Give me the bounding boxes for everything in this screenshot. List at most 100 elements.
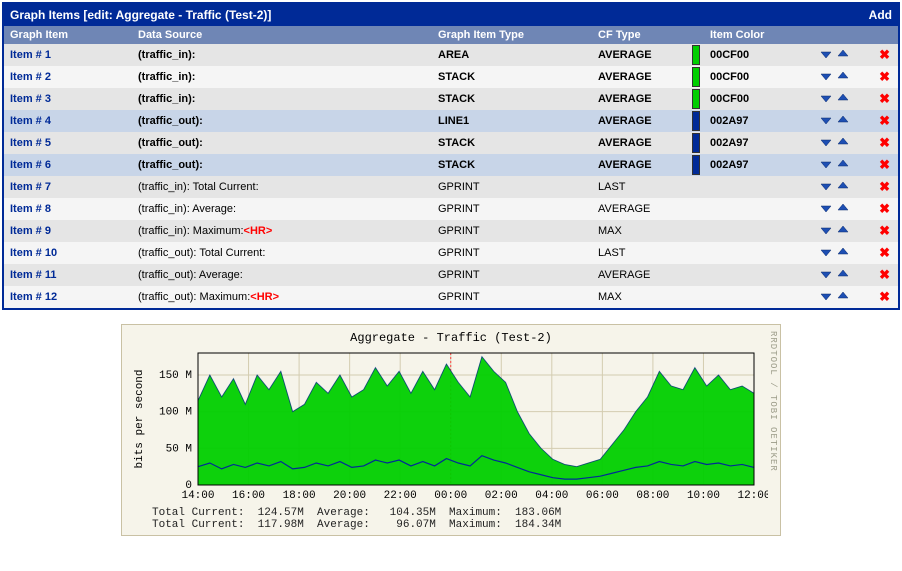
svg-text:04:00: 04:00 <box>535 490 568 502</box>
delete-icon[interactable]: ✖ <box>879 157 890 172</box>
table-row: Item # 3 (traffic_in): STACK AVERAGE 00C… <box>4 88 898 110</box>
graph-item-link[interactable]: Item # 1 <box>10 49 51 61</box>
graph-item-type: GPRINT <box>438 291 480 303</box>
hr-tag: <HR> <box>244 225 273 237</box>
move-down-icon[interactable] <box>820 158 832 170</box>
graph-item-link[interactable]: Item # 2 <box>10 71 51 83</box>
graph-item-type: GPRINT <box>438 247 480 259</box>
move-up-icon[interactable] <box>837 136 849 148</box>
delete-icon[interactable]: ✖ <box>879 245 890 260</box>
add-button[interactable]: Add <box>869 8 892 22</box>
delete-icon[interactable]: ✖ <box>879 179 890 194</box>
delete-icon[interactable]: ✖ <box>879 267 890 282</box>
col-item-color: Item Color <box>704 26 813 44</box>
graph-item-type: GPRINT <box>438 269 480 281</box>
move-up-icon[interactable] <box>837 114 849 126</box>
move-up-icon[interactable] <box>837 158 849 170</box>
col-delete <box>873 26 898 44</box>
data-source-text: (traffic_in): Maximum: <box>138 225 244 237</box>
delete-icon[interactable]: ✖ <box>879 201 890 216</box>
move-up-icon[interactable] <box>837 70 849 82</box>
move-up-icon[interactable] <box>837 290 849 302</box>
data-source-text: (traffic_out): <box>138 159 203 171</box>
move-up-icon[interactable] <box>837 180 849 192</box>
table-row: Item # 10 (traffic_out): Total Current: … <box>4 242 898 264</box>
graph-item-type: STACK <box>438 159 475 171</box>
data-source-text: (traffic_in): <box>138 93 195 105</box>
move-down-icon[interactable] <box>820 268 832 280</box>
table-row: Item # 5 (traffic_out): STACK AVERAGE 00… <box>4 132 898 154</box>
color-swatch <box>692 155 700 175</box>
table-row: Item # 12 (traffic_out): Maximum:<HR> GP… <box>4 286 898 308</box>
move-down-icon[interactable] <box>820 246 832 258</box>
move-down-icon[interactable] <box>820 290 832 302</box>
graph-item-link[interactable]: Item # 5 <box>10 137 51 149</box>
move-down-icon[interactable] <box>820 114 832 126</box>
panel-header: Graph Items [edit: Aggregate - Traffic (… <box>4 4 898 26</box>
graph-item-type: GPRINT <box>438 181 480 193</box>
delete-icon[interactable]: ✖ <box>879 223 890 238</box>
move-down-icon[interactable] <box>820 136 832 148</box>
panel-title-prefix: Graph Items <box>10 8 80 22</box>
table-row: Item # 1 (traffic_in): AREA AVERAGE 00CF… <box>4 44 898 66</box>
col-graph-item-type: Graph Item Type <box>432 26 592 44</box>
graph-item-link[interactable]: Item # 10 <box>10 247 57 259</box>
graph-item-type: STACK <box>438 71 475 83</box>
data-source-text: (traffic_in): Average: <box>138 203 236 215</box>
data-source-text: (traffic_in): <box>138 71 195 83</box>
data-source-text: (traffic_out): Average: <box>138 269 243 281</box>
cf-type: LAST <box>598 181 626 193</box>
graph-item-link[interactable]: Item # 11 <box>10 269 56 281</box>
delete-icon[interactable]: ✖ <box>879 289 890 304</box>
move-up-icon[interactable] <box>837 224 849 236</box>
move-down-icon[interactable] <box>820 180 832 192</box>
color-swatch <box>692 133 700 153</box>
color-swatch <box>692 67 700 87</box>
move-up-icon[interactable] <box>837 268 849 280</box>
move-down-icon[interactable] <box>820 202 832 214</box>
move-down-icon[interactable] <box>820 70 832 82</box>
move-up-icon[interactable] <box>837 246 849 258</box>
move-up-icon[interactable] <box>837 202 849 214</box>
cf-type: LAST <box>598 247 626 259</box>
move-down-icon[interactable] <box>820 224 832 236</box>
graph-item-type: LINE1 <box>438 115 469 127</box>
move-up-icon[interactable] <box>837 48 849 60</box>
move-down-icon[interactable] <box>820 48 832 60</box>
panel-title: Graph Items [edit: Aggregate - Traffic (… <box>10 8 271 22</box>
delete-icon[interactable]: ✖ <box>879 113 890 128</box>
graph-item-link[interactable]: Item # 3 <box>10 93 51 105</box>
move-down-icon[interactable] <box>820 92 832 104</box>
graph-item-link[interactable]: Item # 6 <box>10 159 51 171</box>
data-source-text: (traffic_out): Total Current: <box>138 247 265 259</box>
table-row: Item # 4 (traffic_out): LINE1 AVERAGE 00… <box>4 110 898 132</box>
svg-text:18:00: 18:00 <box>283 490 316 502</box>
data-source-text: (traffic_in): <box>138 49 195 61</box>
move-up-icon[interactable] <box>837 92 849 104</box>
svg-text:08:00: 08:00 <box>636 490 669 502</box>
cf-type: MAX <box>598 225 622 237</box>
svg-text:02:00: 02:00 <box>485 490 518 502</box>
data-source-text: (traffic_out): <box>138 115 203 127</box>
graph-item-link[interactable]: Item # 9 <box>10 225 51 237</box>
color-swatch <box>692 89 700 109</box>
cf-type: AVERAGE <box>598 137 652 149</box>
table-header-row: Graph Item Data Source Graph Item Type C… <box>4 26 898 44</box>
cf-type: AVERAGE <box>598 203 650 215</box>
graph-item-link[interactable]: Item # 8 <box>10 203 51 215</box>
col-color-swatch <box>692 26 704 44</box>
traffic-chart: RRDTOOL / TOBI OETIKER Aggregate - Traff… <box>121 324 781 536</box>
svg-text:10:00: 10:00 <box>687 490 720 502</box>
graph-item-link[interactable]: Item # 7 <box>10 181 51 193</box>
graph-items-table: Graph Item Data Source Graph Item Type C… <box>4 26 898 308</box>
cf-type: MAX <box>598 291 622 303</box>
graph-item-type: AREA <box>438 49 469 61</box>
delete-icon[interactable]: ✖ <box>879 91 890 106</box>
color-hex-label: 00CF00 <box>710 71 749 83</box>
graph-item-link[interactable]: Item # 4 <box>10 115 51 127</box>
delete-icon[interactable]: ✖ <box>879 47 890 62</box>
svg-text:50 M: 50 M <box>166 443 192 455</box>
delete-icon[interactable]: ✖ <box>879 69 890 84</box>
graph-item-link[interactable]: Item # 12 <box>10 291 57 303</box>
delete-icon[interactable]: ✖ <box>879 135 890 150</box>
